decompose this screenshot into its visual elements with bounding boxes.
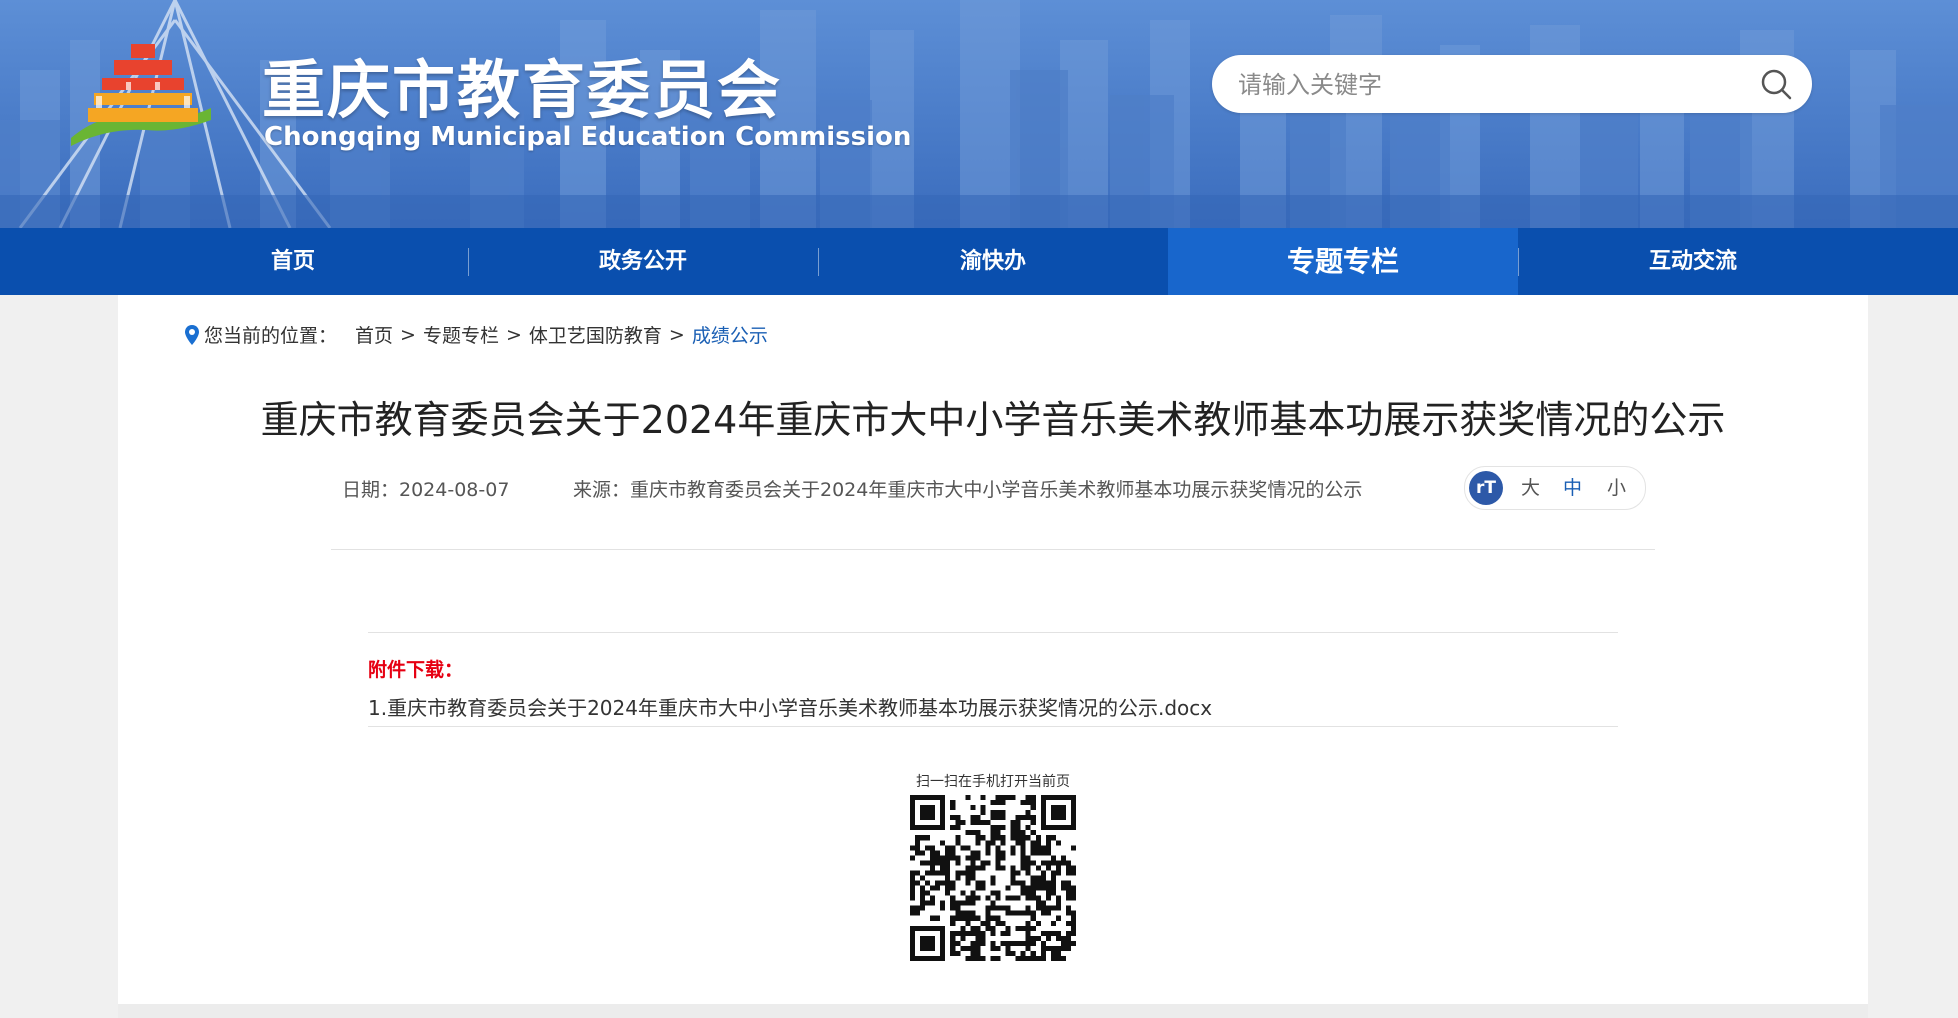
search-icon[interactable] — [1760, 68, 1792, 100]
title-divider — [331, 549, 1655, 550]
article-date: 日期：2024-08-07 — [342, 479, 510, 501]
breadcrumb-label: 您当前的位置： — [204, 325, 338, 347]
article-title: 重庆市教育委员会关于2024年重庆市大中小学音乐美术教师基本功展示获奖情况的公示 — [260, 398, 1726, 442]
breadcrumb-home[interactable]: 首页 — [355, 321, 393, 348]
nav-item-yukuaiban[interactable]: 渝快办 — [818, 228, 1168, 295]
nav-item-home[interactable]: 首页 — [118, 228, 468, 295]
qr-caption: 扫一扫在手机打开当前页 — [916, 774, 1070, 790]
panel-bottom-shadow — [118, 1004, 1868, 1018]
font-size-large-button[interactable]: 大 — [1521, 467, 1540, 509]
breadcrumb-separator: > — [400, 323, 416, 346]
site-subtitle: Chongqing Municipal Education Commission — [264, 122, 912, 152]
breadcrumb-current[interactable]: 成绩公示 — [692, 321, 768, 348]
attachment-link[interactable]: 1.重庆市教育委员会关于2024年重庆市大中小学音乐美术教师基本功展示获奖情况的… — [368, 692, 1212, 721]
font-size-small-button[interactable]: 小 — [1607, 467, 1626, 509]
article-panel: 您当前的位置： 首页 > 专题专栏 > 体卫艺国防教育 > 成绩公示 重庆市教育… — [118, 295, 1868, 1007]
nav-item-interaction[interactable]: 互动交流 — [1518, 228, 1868, 295]
main-nav: 首页 政务公开 渝快办 专题专栏 互动交流 — [0, 228, 1958, 295]
attachment-label: 附件下载： — [368, 659, 464, 681]
breadcrumb: 您当前的位置： 首页 > 专题专栏 > 体卫艺国防教育 > 成绩公示 — [184, 321, 768, 348]
breadcrumb-sports-arts-defense[interactable]: 体卫艺国防教育 — [529, 321, 662, 348]
font-size-medium-button[interactable]: 中 — [1563, 467, 1582, 509]
breadcrumb-separator: > — [505, 323, 522, 346]
search-box — [1212, 55, 1812, 115]
font-size-control: rT 大 中 小 — [1464, 466, 1646, 510]
site-title: 重庆市教育委员会 — [262, 54, 782, 127]
site-logo — [71, 44, 211, 146]
breadcrumb-separator: > — [668, 323, 685, 346]
breadcrumb-special-topics[interactable]: 专题专栏 — [423, 321, 499, 348]
nav-item-gov-affairs[interactable]: 政务公开 — [468, 228, 818, 295]
attachment-divider-bottom — [368, 726, 1618, 727]
text-size-icon: rT — [1469, 471, 1503, 505]
search-input[interactable] — [1236, 55, 1740, 115]
qr-code — [910, 795, 1076, 961]
nav-item-special-topics[interactable]: 专题专栏 — [1168, 228, 1518, 295]
location-pin-icon — [185, 324, 199, 345]
site-header: 重庆市教育委员会 Chongqing Municipal Education C… — [0, 0, 1958, 228]
attachment-divider-top — [368, 632, 1618, 633]
article-source: 来源：重庆市教育委员会关于2024年重庆市大中小学音乐美术教师基本功展示获奖情况… — [573, 479, 1363, 501]
